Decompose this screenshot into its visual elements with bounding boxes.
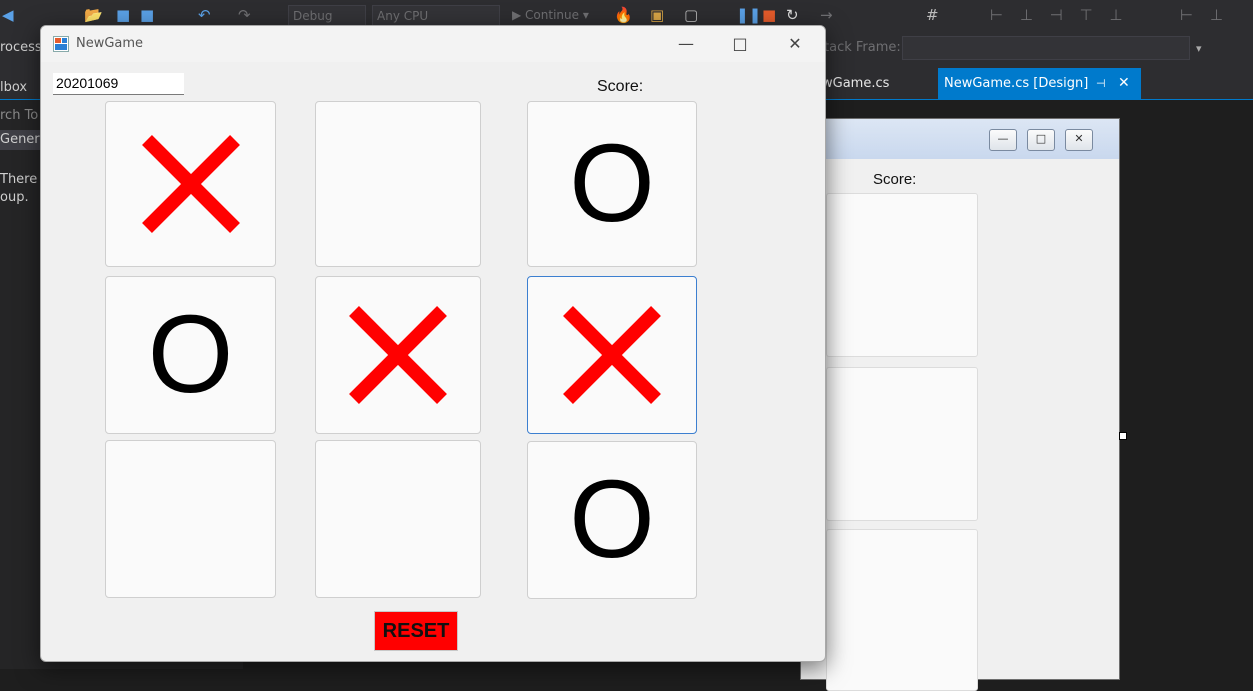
format-icon[interactable]: # [926, 6, 939, 24]
close-window-icon[interactable]: ✕ [767, 26, 823, 62]
align-tools-icon[interactable]: ⊢ ⊥ ⊣ ⊤ ⊥ [990, 6, 1128, 24]
x-mark-icon [349, 306, 447, 404]
tab-newgame-design[interactable]: NewGame.cs [Design] ⊣ ✕ [938, 68, 1141, 99]
score-label: Score: [597, 78, 644, 95]
newgame-window: NewGame — □ ✕ 20201069 Score: O O O RESE… [40, 25, 826, 662]
redo-icon[interactable]: ↷ [238, 6, 251, 24]
tab-newgame-design-label: NewGame.cs [Design] [944, 76, 1089, 91]
tab-newgame-cs[interactable]: wGame.cs [822, 68, 889, 99]
toolbox-empty-text-2: oup. [0, 190, 29, 205]
navigate-back-icon[interactable]: ◀ [2, 6, 14, 24]
toolbox-title: lbox [0, 80, 28, 95]
stack-frame-label: tack Frame: [824, 40, 901, 55]
close-icon[interactable]: ✕ [1118, 68, 1130, 99]
designer-close-icon: ✕ [1065, 129, 1093, 151]
winforms-app-icon [53, 36, 69, 52]
save-all-icon[interactable]: ■ [140, 6, 154, 24]
o-mark: O [569, 122, 655, 245]
designer-score-label[interactable]: Score: [873, 171, 916, 188]
window-titlebar[interactable]: NewGame — □ ✕ [41, 26, 825, 62]
window-title: NewGame [76, 36, 144, 51]
minimize-icon[interactable]: — [658, 26, 714, 62]
designer-form-preview[interactable]: — □ ✕ Score: [800, 118, 1120, 691]
x-mark-icon [563, 306, 661, 404]
screenshot-icon[interactable]: ▢ [684, 6, 698, 24]
reset-button-label: RESET [382, 619, 450, 642]
break-all-icon[interactable]: ❚❚ [736, 6, 761, 24]
size-tools-icon[interactable]: ⊢ ⊥ [1180, 6, 1229, 24]
reset-button[interactable]: RESET [374, 611, 458, 651]
board-cell-8[interactable] [315, 440, 481, 598]
process-label: rocess [0, 40, 42, 55]
platform-select[interactable]: Any CPU [372, 5, 500, 27]
student-id-field[interactable]: 20201069 [53, 73, 184, 95]
student-id-value: 20201069 [56, 75, 119, 91]
hot-reload-icon[interactable]: 🔥 [614, 6, 633, 24]
designer-cell-2[interactable] [826, 367, 978, 521]
browser-link-icon[interactable]: ▣ [650, 6, 664, 24]
open-file-icon[interactable]: 📂 [84, 6, 103, 24]
designer-cell-1[interactable] [826, 193, 978, 357]
board-cell-4[interactable]: O [105, 276, 276, 434]
board-cell-6[interactable] [527, 276, 697, 434]
maximize-icon[interactable]: □ [712, 26, 768, 62]
resize-handle[interactable] [1119, 432, 1127, 440]
undo-icon[interactable]: ↶ [198, 6, 211, 24]
designer-minimize-icon: — [989, 129, 1017, 151]
show-next-statement-icon[interactable]: → [820, 6, 833, 24]
stop-debugging-icon[interactable]: ■ [762, 6, 776, 24]
board-cell-1[interactable] [105, 101, 276, 267]
x-mark-icon [141, 135, 240, 233]
board-cell-5[interactable] [315, 276, 481, 434]
toolbox-empty-text-1: There [0, 172, 38, 187]
o-mark: O [569, 458, 655, 581]
board-cell-2[interactable] [315, 101, 481, 267]
stack-frame-select[interactable] [902, 36, 1190, 60]
o-mark: O [147, 293, 234, 416]
toolbox-search[interactable]: rch To [0, 108, 38, 123]
designer-cell-3[interactable] [826, 529, 978, 691]
designer-form-titlebar: — □ ✕ [801, 119, 1119, 159]
overflow-icon[interactable]: ▾ [1196, 42, 1202, 55]
board-cell-9[interactable]: O [527, 441, 697, 599]
continue-button[interactable]: ▶ Continue ▾ [512, 5, 589, 25]
board-cell-3[interactable]: O [527, 101, 697, 267]
restart-icon[interactable]: ↻ [786, 6, 799, 24]
save-icon[interactable]: ■ [116, 6, 130, 24]
designer-maximize-icon: □ [1027, 129, 1055, 151]
pin-icon[interactable]: ⊣ [1096, 68, 1106, 99]
config-select[interactable]: Debug [288, 5, 366, 27]
board-cell-7[interactable] [105, 440, 276, 598]
